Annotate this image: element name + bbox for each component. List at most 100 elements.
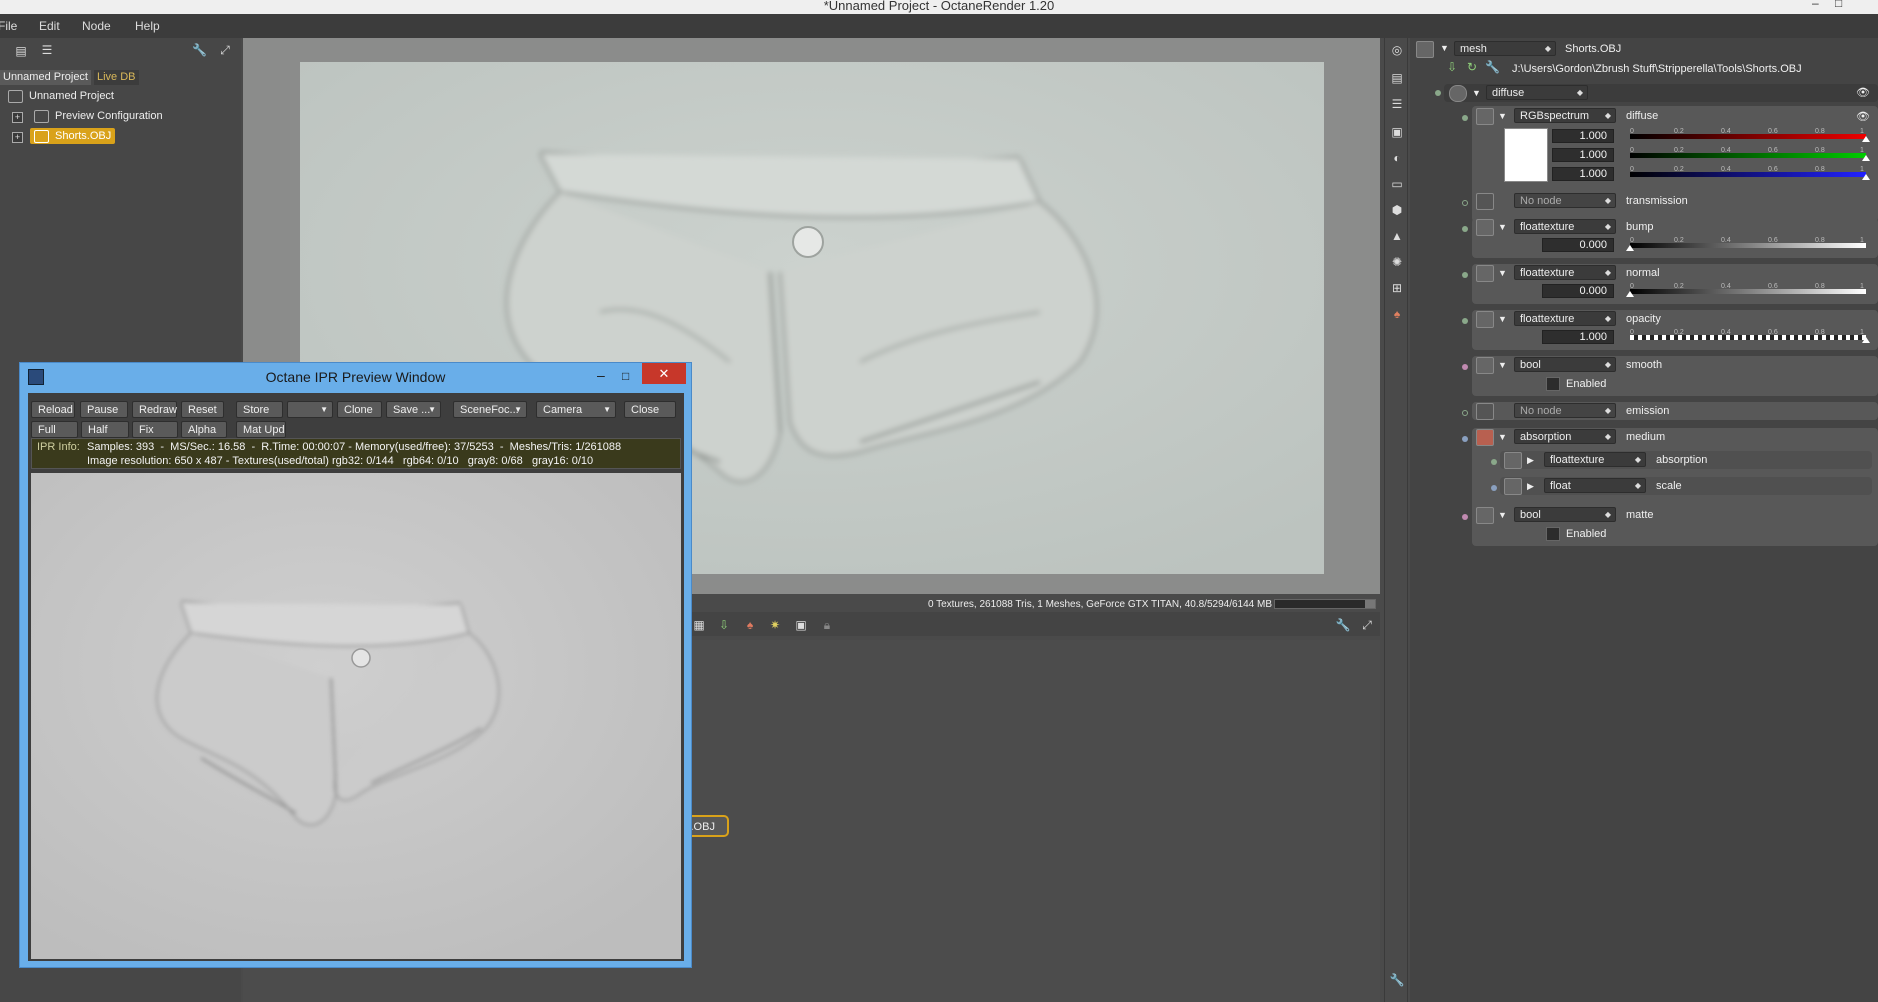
matte-type-select[interactable]: bool ◆ (1514, 507, 1616, 522)
tab-unnamed-project[interactable]: Unnamed Project (0, 70, 91, 85)
reset-button[interactable]: Reset (181, 401, 224, 418)
store-button[interactable]: Store (236, 401, 283, 418)
minimize-button[interactable]: – (1812, 0, 1819, 9)
diffuse-r-slider[interactable]: 0 0.2 0.4 0.6 0.8 1 (1630, 128, 1870, 142)
tree-item-project-root[interactable]: Unnamed Project (8, 88, 114, 104)
material-type-select[interactable]: diffuse ◆ (1486, 85, 1588, 100)
expand-icon[interactable]: ▶ (1527, 455, 1534, 466)
render-layer-icon[interactable]: ▭ (1389, 176, 1405, 192)
half-res-button[interactable]: Half Res (81, 421, 129, 452)
wrench-icon[interactable]: 🔧 (192, 44, 207, 56)
normal-type-select[interactable]: floattexture ◆ (1514, 265, 1616, 280)
absorption-type-select[interactable]: floattexture ◆ (1544, 452, 1646, 467)
collapse-icon[interactable]: ▼ (1498, 111, 1507, 121)
collapse-icon[interactable]: ▼ (1498, 432, 1507, 442)
diffuse-type-select[interactable]: RGBspectrum ◆ (1514, 108, 1616, 123)
diffuse-g-slider[interactable]: 0 0.2 0.4 0.6 0.8 1 (1630, 147, 1870, 161)
reload-button[interactable]: Reload (31, 401, 75, 418)
smooth-enabled-checkbox[interactable] (1546, 377, 1560, 391)
diffuse-r-field[interactable]: 1.000 (1552, 129, 1614, 143)
emission-icon[interactable]: ✺ (1389, 254, 1405, 270)
close-window-button[interactable]: ✕ (642, 363, 686, 384)
ipr-render-image[interactable] (31, 473, 681, 959)
matte-enabled-checkbox[interactable] (1546, 527, 1560, 541)
menu-edit[interactable]: Edit (39, 19, 60, 33)
import-icon[interactable]: ⇩ (1445, 61, 1459, 73)
imager-icon[interactable]: ▣ (1389, 124, 1405, 140)
new-icon[interactable]: ▤ (14, 45, 28, 57)
collapse-icon[interactable]: ▼ (1498, 222, 1507, 232)
scene-focus-select[interactable]: SceneFoc... ▼ (453, 401, 527, 418)
opacity-slider[interactable]: 0 0.2 0.4 0.6 0.8 1 (1630, 329, 1870, 343)
collapse-icon[interactable]: ▼ (1498, 268, 1507, 278)
fullscreen-icon[interactable]: ⤢ (218, 44, 232, 56)
opacity-type-select[interactable]: floattexture ◆ (1514, 311, 1616, 326)
visibility-eye-icon[interactable]: 👁 (1856, 86, 1870, 99)
medium-type-select[interactable]: absorption ◆ (1514, 429, 1616, 444)
expand-icon[interactable]: ▶ (1527, 481, 1534, 492)
expand-preview-config-icon[interactable]: + (12, 112, 23, 123)
color-swatch[interactable] (1504, 128, 1548, 182)
diffuse-b-field[interactable]: 1.000 (1552, 167, 1614, 181)
save-render-icon[interactable]: ⇩ (716, 618, 732, 632)
wrench-icon[interactable]: 🔧 (1389, 972, 1405, 988)
mesh-icon[interactable]: ♠ (1389, 306, 1405, 322)
collapse-icon[interactable]: ▼ (1498, 360, 1507, 370)
maximize-icon[interactable]: □ (622, 362, 629, 390)
scale-type-select[interactable]: float ◆ (1544, 478, 1646, 493)
light-icon[interactable]: ✷ (767, 618, 783, 632)
menu-node[interactable]: Node (82, 19, 111, 33)
fix-aspect-button[interactable]: Fix Asp. (132, 421, 178, 452)
full-update-button[interactable]: Full Upd. (31, 421, 78, 452)
environment-icon[interactable]: ▤ (1389, 70, 1405, 86)
reload-icon[interactable]: ↻ (1465, 61, 1479, 73)
collapse-icon[interactable]: ▼ (1498, 314, 1507, 324)
region-icon[interactable]: ▣ (793, 618, 809, 632)
tab-live-db[interactable]: Live DB (94, 70, 139, 85)
geometry-icon[interactable]: ⬢ (1389, 202, 1405, 218)
bump-value-field[interactable]: 0.000 (1542, 238, 1614, 252)
minimize-icon[interactable]: – (597, 361, 605, 389)
alpha-button[interactable]: Alpha (181, 421, 227, 438)
list-icon[interactable]: ☰ (40, 44, 54, 56)
transmission-type-select[interactable]: No node ◆ (1514, 193, 1616, 208)
emission-type-select[interactable]: No node ◆ (1514, 403, 1616, 418)
fullscreen-icon[interactable]: ⤢ (1359, 618, 1375, 632)
node-type-select[interactable]: mesh ◆ (1454, 41, 1556, 56)
kernel-icon[interactable]: ☰ (1389, 96, 1405, 112)
normal-value-field[interactable]: 0.000 (1542, 284, 1614, 298)
opacity-value-field[interactable]: 1.000 (1542, 330, 1614, 344)
wrench-icon[interactable]: 🔧 (1335, 618, 1351, 632)
bump-slider[interactable]: 0 0.2 0.4 0.6 0.8 1 (1626, 237, 1866, 251)
store-slot-select[interactable]: ▼ (287, 401, 333, 418)
expand-shorts-icon[interactable]: + (12, 132, 23, 143)
collapse-icon[interactable]: ▼ (1472, 88, 1481, 98)
tree-item-shorts-obj[interactable]: Shorts.OBJ (30, 128, 116, 144)
diffuse-b-slider[interactable]: 0 0.2 0.4 0.6 0.8 1 (1630, 166, 1870, 180)
material-update-button[interactable]: Mat Upd (236, 421, 286, 438)
transform-icon[interactable]: ⊞ (1389, 280, 1405, 296)
visibility-eye-icon[interactable]: 👁 (1856, 110, 1870, 123)
menu-file[interactable]: File (0, 19, 17, 33)
normal-slider[interactable]: 0 0.2 0.4 0.6 0.8 1 (1626, 283, 1866, 297)
collapse-icon[interactable]: ▼ (1440, 43, 1449, 53)
diffuse-g-field[interactable]: 1.000 (1552, 148, 1614, 162)
ipr-title-bar[interactable]: Octane IPR Preview Window – □ ✕ (20, 363, 691, 391)
lock-icon[interactable]: 🔒︎ (819, 618, 835, 632)
tree-item-preview-configuration[interactable]: Preview Configuration (34, 108, 163, 124)
camera-icon[interactable]: ▦ (691, 618, 707, 632)
redraw-button[interactable]: Redraw (132, 401, 177, 418)
save-select[interactable]: Save ... ▼ (386, 401, 441, 418)
camera-icon[interactable]: ◎ (1389, 42, 1405, 58)
maximize-button[interactable]: □ (1835, 0, 1842, 9)
close-button[interactable]: Close (624, 401, 676, 418)
material-icon[interactable]: ◐ (1389, 150, 1405, 166)
wrench-icon[interactable]: 🔧 (1485, 61, 1500, 73)
menu-help[interactable]: Help (135, 19, 160, 33)
camera-select[interactable]: Camera ▼ (536, 401, 616, 418)
settings-icon[interactable]: ♠ (742, 618, 758, 632)
pause-button[interactable]: Pause (80, 401, 128, 418)
clone-button[interactable]: Clone (337, 401, 382, 418)
texture-icon[interactable]: ▲ (1389, 228, 1405, 244)
bump-type-select[interactable]: floattexture ◆ (1514, 219, 1616, 234)
